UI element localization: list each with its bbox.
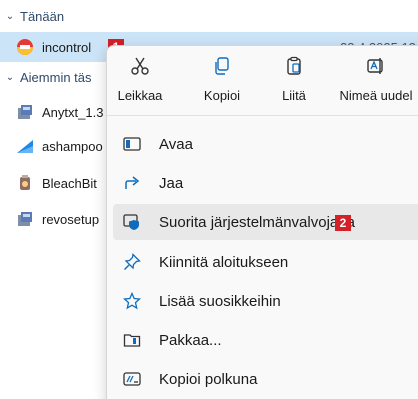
menu-item-run-as-admin[interactable]: Suorita järjestelmänvalvojana xyxy=(113,204,418,240)
group-label-earlier: Aiemmin täs xyxy=(20,70,92,85)
incontrol-app-icon xyxy=(17,39,33,55)
menu-item-copy-path[interactable]: Kopioi polkuna xyxy=(113,361,418,397)
annotation-badge-2: 2 xyxy=(335,215,351,231)
file-name: revosetup xyxy=(42,211,100,227)
file-name: ashampoo xyxy=(42,138,103,154)
cut-label: Leikkaa xyxy=(117,88,163,103)
path-icon xyxy=(123,372,141,386)
menu-label-open: Avaa xyxy=(159,135,193,153)
rename-icon xyxy=(367,58,383,74)
pin-icon xyxy=(124,253,141,270)
zip-icon xyxy=(123,334,141,347)
group-label-today: Tänään xyxy=(20,9,65,24)
menu-label-pin-start: Kiinnitä aloitukseen xyxy=(159,253,289,271)
star-icon xyxy=(123,292,141,310)
file-name: Anytxt_1.3 xyxy=(42,104,104,120)
share-icon xyxy=(125,176,140,189)
rename-label: Nimeä uudel xyxy=(339,88,413,103)
paste-icon xyxy=(287,56,301,75)
menu-item-add-favorites[interactable]: Lisää suosikkeihin xyxy=(113,283,418,319)
shield-icon xyxy=(123,214,139,230)
menu-item-pin-start[interactable]: Kiinnitä aloitukseen xyxy=(113,244,418,280)
menu-label-run-as-admin: Suorita järjestelmänvalvojana xyxy=(159,213,355,231)
menu-label-share: Jaa xyxy=(159,174,184,192)
window-icon xyxy=(123,137,141,151)
file-name: BleachBit xyxy=(42,175,97,191)
bleachbit-icon xyxy=(20,175,30,190)
menu-item-compress[interactable]: Pakkaa... xyxy=(113,322,418,358)
copy-icon xyxy=(215,57,229,75)
installer-icon xyxy=(18,105,32,119)
installer-icon xyxy=(18,212,32,226)
copy-label: Kopioi xyxy=(203,88,241,103)
chevron-down-icon: ⌄ xyxy=(5,11,15,22)
menu-item-share[interactable]: Jaa xyxy=(113,165,418,201)
menu-label-compress: Pakkaa... xyxy=(159,331,222,349)
context-menu: Leikkaa Kopioi Liitä Nimeä uudel Avaa Ja… xyxy=(106,45,418,399)
copy-button[interactable]: Kopioi xyxy=(193,56,251,108)
file-name: incontrol xyxy=(42,39,92,55)
context-menu-toolbar: Leikkaa Kopioi Liitä Nimeä uudel xyxy=(107,46,418,116)
group-header-earlier[interactable]: ⌄ Aiemmin täs xyxy=(4,70,92,85)
cut-button[interactable]: Leikkaa xyxy=(111,56,169,108)
group-header-today[interactable]: ⌄ Tänään xyxy=(4,9,64,24)
paste-label: Liitä xyxy=(282,88,306,103)
ashampoo-icon xyxy=(17,140,33,153)
paste-button[interactable]: Liitä xyxy=(271,56,317,108)
menu-label-add-favorites: Lisää suosikkeihin xyxy=(159,292,281,310)
scissors-icon xyxy=(131,57,149,75)
menu-item-open[interactable]: Avaa xyxy=(113,126,418,162)
rename-button[interactable]: Nimeä uudel xyxy=(331,56,418,108)
menu-label-copy-path: Kopioi polkuna xyxy=(159,370,258,388)
chevron-down-icon: ⌄ xyxy=(5,72,15,83)
